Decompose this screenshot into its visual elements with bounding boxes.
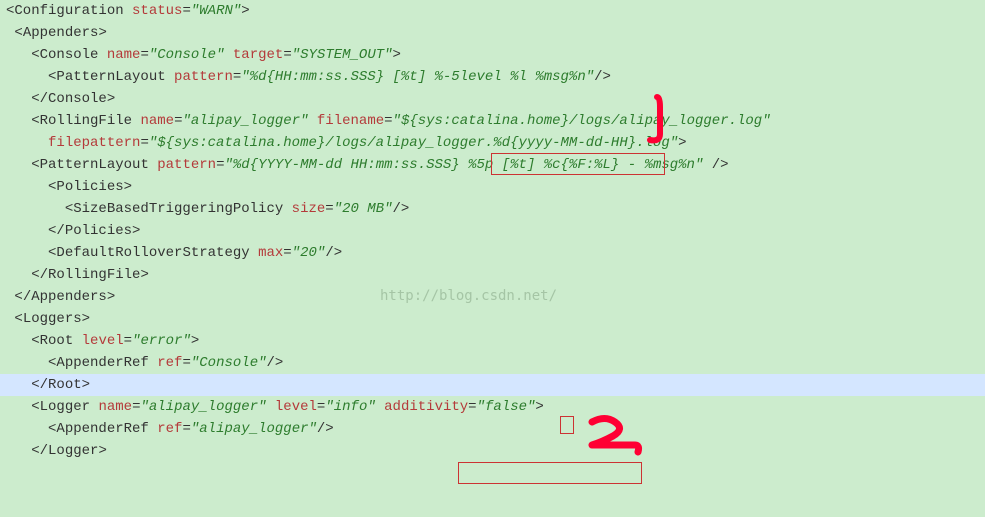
code-line: </Logger> [0,440,985,462]
highlight-box-1 [491,153,665,175]
code-line: <Policies> [0,176,985,198]
highlight-box-3 [458,462,642,484]
code-line: </Policies> [0,220,985,242]
code-line: <Loggers> [0,308,985,330]
code-line: <PatternLayout pattern="%d{HH:mm:ss.SSS}… [0,66,985,88]
code-line: <DefaultRolloverStrategy max="20"/> [0,242,985,264]
code-line: <Configuration status="WARN"> [0,0,985,22]
code-line: <Logger name="alipay_logger" level="info… [0,396,985,418]
code-line: <Appenders> [0,22,985,44]
highlight-box-2-small [560,416,574,434]
code-line: <Root level="error"> [0,330,985,352]
code-line: <AppenderRef ref="Console"/> [0,352,985,374]
code-line-highlighted: </Root> [0,374,985,396]
code-line: <Console name="Console" target="SYSTEM_O… [0,44,985,66]
code-line: </Console> [0,88,985,110]
code-line: <SizeBasedTriggeringPolicy size="20 MB"/… [0,198,985,220]
code-line: <AppenderRef ref="alipay_logger"/> [0,418,985,440]
watermark-text: http://blog.csdn.net/ [380,285,557,307]
code-line: filepattern="${sys:catalina.home}/logs/a… [0,132,985,154]
code-line: </RollingFile> [0,264,985,286]
code-line: <RollingFile name="alipay_logger" filena… [0,110,985,132]
